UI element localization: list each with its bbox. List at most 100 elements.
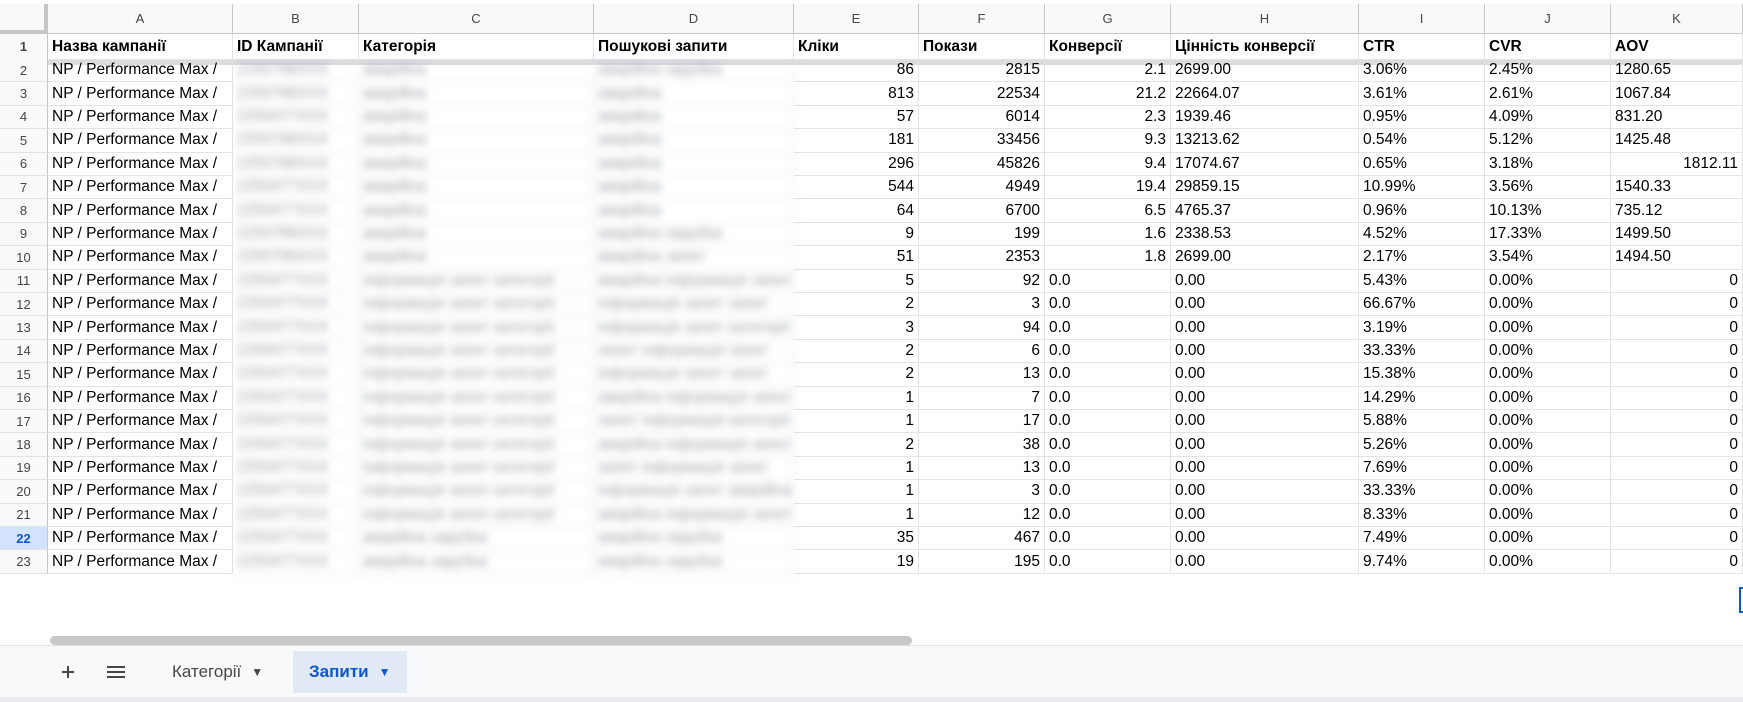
data-cell[interactable]: 33456 xyxy=(919,129,1045,153)
data-cell[interactable]: 0.0 xyxy=(1045,456,1171,481)
data-cell[interactable]: 0.0 xyxy=(1045,527,1171,551)
data-cell[interactable]: 22534 xyxy=(919,82,1045,106)
data-cell[interactable]: аварійна зарубка xyxy=(594,222,794,247)
data-cell[interactable]: 57 xyxy=(794,105,919,130)
data-cell[interactable]: 0.0 xyxy=(1045,480,1171,504)
data-cell[interactable]: 0 xyxy=(1611,503,1743,527)
data-cell[interactable]: 2250788XXX xyxy=(233,82,359,106)
data-cell[interactable]: 45826 xyxy=(919,152,1045,176)
header-cell[interactable]: CVR xyxy=(1485,34,1611,60)
data-cell[interactable]: 199 xyxy=(919,222,1045,247)
data-cell[interactable]: аварійна зарубка xyxy=(594,59,794,83)
row-number[interactable]: 10 xyxy=(0,246,48,270)
data-cell[interactable]: 13 xyxy=(919,363,1045,387)
header-cell[interactable]: Цінність конверсії xyxy=(1171,34,1359,60)
data-cell[interactable]: 3 xyxy=(919,293,1045,317)
data-cell[interactable]: 2250477XXX xyxy=(233,176,359,200)
data-cell[interactable]: інформація запит запит xyxy=(594,363,794,387)
data-cell[interactable]: 831.20 xyxy=(1611,105,1743,130)
data-cell[interactable]: інформація запит категорії xyxy=(359,293,594,317)
data-cell[interactable]: NP / Performance Max / xyxy=(48,410,233,434)
data-cell[interactable]: аварійна xyxy=(359,199,594,223)
data-cell[interactable]: аварійна xyxy=(359,59,594,83)
data-cell[interactable]: 0.00% xyxy=(1485,339,1611,364)
data-cell[interactable]: 0.00 xyxy=(1171,480,1359,504)
data-cell[interactable]: 1 xyxy=(794,480,919,504)
data-cell[interactable]: 1 xyxy=(794,503,919,527)
row-number[interactable]: 23 xyxy=(0,550,48,574)
data-cell[interactable]: 0.0 xyxy=(1045,269,1171,293)
tab-categories[interactable]: Категорії ▼ xyxy=(156,651,279,693)
data-cell[interactable]: NP / Performance Max / xyxy=(48,129,233,153)
data-cell[interactable]: 51 xyxy=(794,246,919,270)
data-cell[interactable]: NP / Performance Max / xyxy=(48,527,233,551)
data-cell[interactable]: аварійна xyxy=(594,82,794,106)
data-cell[interactable]: аварійна xyxy=(359,246,594,270)
data-cell[interactable]: 181 xyxy=(794,129,919,153)
data-cell[interactable]: 0.00 xyxy=(1171,503,1359,527)
column-header-J[interactable]: J xyxy=(1485,4,1611,34)
row-number[interactable]: 22 xyxy=(0,527,48,551)
data-cell[interactable]: 0.0 xyxy=(1045,550,1171,574)
data-cell[interactable]: 0.00% xyxy=(1485,550,1611,574)
data-cell[interactable]: NP / Performance Max / xyxy=(48,59,233,83)
data-cell[interactable]: 0.54% xyxy=(1359,129,1485,153)
data-cell[interactable]: 22664.07 xyxy=(1171,82,1359,106)
data-cell[interactable]: 0 xyxy=(1611,316,1743,340)
data-cell[interactable]: 813 xyxy=(794,82,919,106)
data-cell[interactable]: 0 xyxy=(1611,293,1743,317)
data-cell[interactable]: 0.00% xyxy=(1485,410,1611,434)
data-cell[interactable]: 0.00 xyxy=(1171,550,1359,574)
data-cell[interactable]: 3.54% xyxy=(1485,246,1611,270)
data-cell[interactable]: інформація запит категорії xyxy=(594,316,794,340)
data-cell[interactable]: 5.88% xyxy=(1359,410,1485,434)
data-cell[interactable]: 9 xyxy=(794,222,919,247)
header-cell[interactable]: Покази xyxy=(919,34,1045,60)
data-cell[interactable]: NP / Performance Max / xyxy=(48,480,233,504)
data-cell[interactable]: аварійна інформація запит xyxy=(594,386,794,410)
data-cell[interactable]: NP / Performance Max / xyxy=(48,105,233,130)
header-cell[interactable]: ID Кампанії xyxy=(233,34,359,60)
data-cell[interactable]: NP / Performance Max / xyxy=(48,246,233,270)
data-cell[interactable]: 10.13% xyxy=(1485,199,1611,223)
header-cell[interactable]: Конверсії xyxy=(1045,34,1171,60)
data-cell[interactable]: 0.0 xyxy=(1045,433,1171,457)
data-cell[interactable]: 2250477XXX xyxy=(233,480,359,504)
data-cell[interactable]: 0.00% xyxy=(1485,503,1611,527)
data-cell[interactable]: 33.33% xyxy=(1359,480,1485,504)
data-cell[interactable]: 0.00 xyxy=(1171,363,1359,387)
data-cell[interactable]: 9.3 xyxy=(1045,129,1171,153)
data-cell[interactable]: 0.00% xyxy=(1485,527,1611,551)
data-cell[interactable]: 21.2 xyxy=(1045,82,1171,106)
caret-down-icon[interactable]: ▼ xyxy=(379,665,391,679)
column-header-H[interactable]: H xyxy=(1171,4,1359,34)
data-cell[interactable]: 2815 xyxy=(919,59,1045,83)
data-cell[interactable]: інформація запит категорії xyxy=(359,339,594,364)
data-cell[interactable]: 0 xyxy=(1611,433,1743,457)
column-header-E[interactable]: E xyxy=(794,4,919,34)
data-cell[interactable]: 2699.00 xyxy=(1171,59,1359,83)
data-cell[interactable]: 0 xyxy=(1611,386,1743,410)
data-cell[interactable]: 0.00% xyxy=(1485,456,1611,481)
data-cell[interactable]: 2250477XXX xyxy=(233,410,359,434)
data-cell[interactable]: NP / Performance Max / xyxy=(48,176,233,200)
data-cell[interactable]: 2250477XXX xyxy=(233,199,359,223)
data-cell[interactable]: 2.61% xyxy=(1485,82,1611,106)
data-cell[interactable]: аварійна xyxy=(594,199,794,223)
data-cell[interactable]: аварійна xyxy=(594,152,794,176)
data-cell[interactable]: 467 xyxy=(919,527,1045,551)
data-cell[interactable]: 0.96% xyxy=(1359,199,1485,223)
data-cell[interactable]: 0 xyxy=(1611,480,1743,504)
add-sheet-button[interactable] xyxy=(50,654,86,690)
column-header-F[interactable]: F xyxy=(919,4,1045,34)
header-cell[interactable]: CTR xyxy=(1359,34,1485,60)
data-cell[interactable]: 17.33% xyxy=(1485,222,1611,247)
data-cell[interactable]: 0.0 xyxy=(1045,503,1171,527)
data-cell[interactable]: 2250477XXX xyxy=(233,363,359,387)
row-number[interactable]: 16 xyxy=(0,386,48,410)
data-cell[interactable]: 2250788XXX xyxy=(233,129,359,153)
data-cell[interactable]: 10.99% xyxy=(1359,176,1485,200)
data-cell[interactable]: 0.00 xyxy=(1171,386,1359,410)
data-cell[interactable]: 2.45% xyxy=(1485,59,1611,83)
data-cell[interactable]: NP / Performance Max / xyxy=(48,269,233,293)
